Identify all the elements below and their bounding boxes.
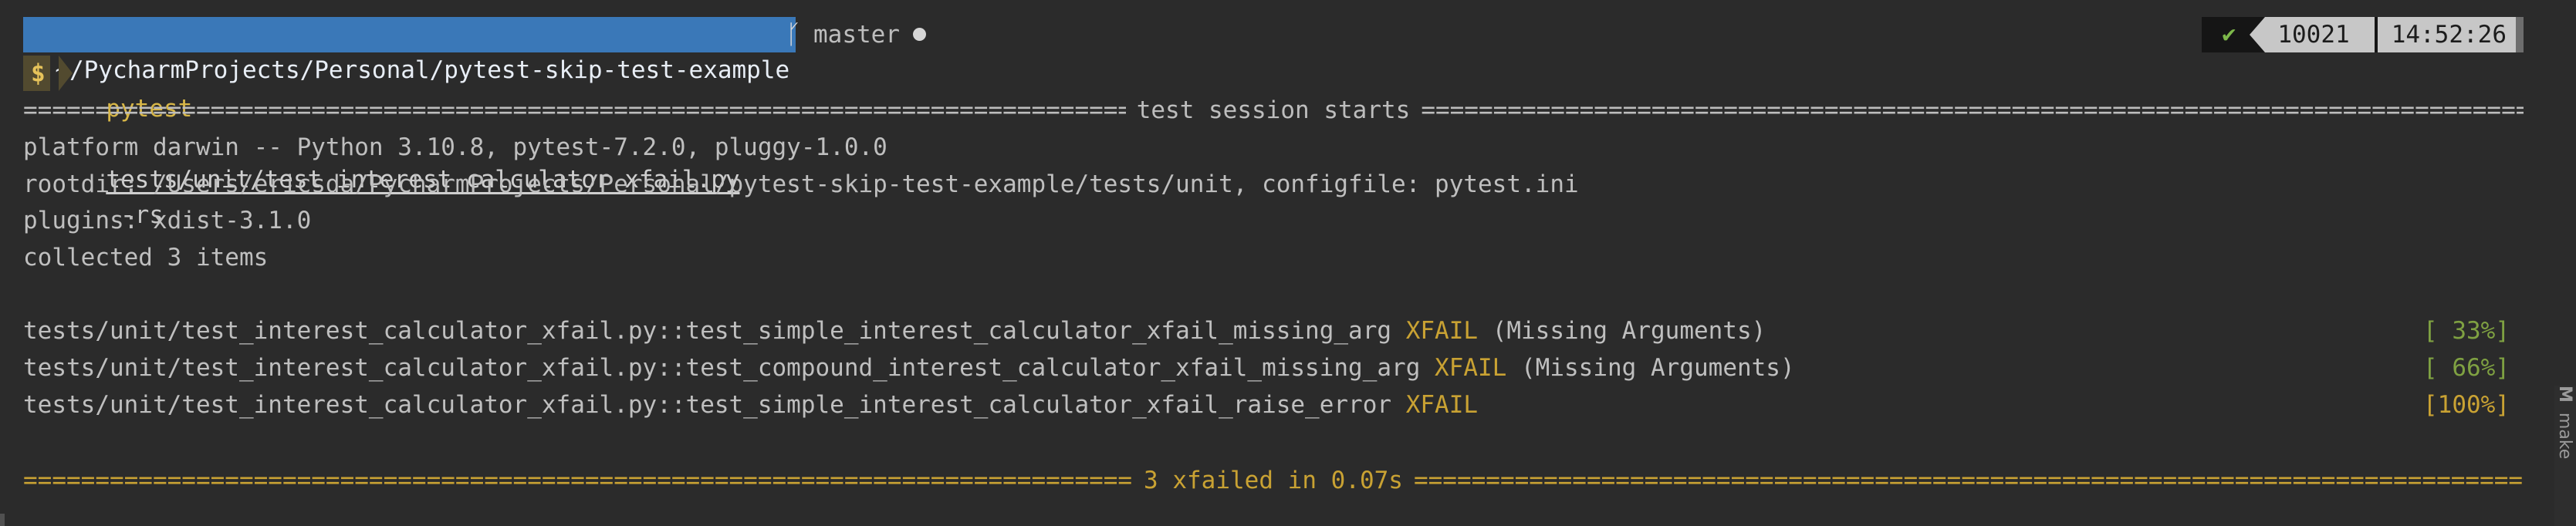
- result-reason: (Missing Arguments): [1506, 354, 1795, 382]
- rule-left: ========================================…: [23, 96, 1126, 124]
- left-corner-marker: [0, 514, 5, 526]
- rule-right: ========================================…: [1413, 467, 2524, 494]
- result-progress-3: [100%]: [2423, 391, 2510, 419]
- result-reason: (Missing Arguments): [1478, 317, 1766, 345]
- rootdir-line: rootdir: /Users/ericsda/PycharmProjects/…: [23, 170, 1579, 198]
- result-progress-1: [ 33%]: [2423, 317, 2510, 345]
- result-test-id: tests/unit/test_interest_calculator_xfai…: [23, 354, 1435, 382]
- dirty-dot-icon: [913, 28, 926, 41]
- summary-text: 3 xfailed in 0.07s: [1144, 467, 1403, 494]
- history-number: 10021: [2265, 17, 2378, 52]
- side-tool-label[interactable]: M make: [2554, 386, 2574, 459]
- prompt-path-arrow-icon: [756, 17, 773, 52]
- summary-separator: ========================================…: [23, 463, 2524, 498]
- rule-right: ========================================…: [1421, 96, 2524, 124]
- session-header-text: test session starts: [1136, 96, 1411, 124]
- result-status: XFAIL: [1405, 317, 1479, 345]
- result-status: XFAIL: [1405, 391, 1479, 419]
- prompt-dollar-segment: $: [23, 56, 50, 91]
- session-header-separator: ========================================…: [23, 93, 2524, 128]
- status-edge: [2516, 17, 2524, 52]
- result-status: XFAIL: [1435, 354, 1507, 382]
- side-tool-text: make: [2555, 412, 2574, 460]
- collected-line: collected 3 items: [23, 244, 269, 271]
- result-test-id: tests/unit/test_interest_calculator_xfai…: [23, 317, 1406, 345]
- result-test-id: tests/unit/test_interest_calculator_xfai…: [23, 391, 1406, 419]
- prompt-dollar: $: [31, 59, 46, 87]
- branch-name: master: [813, 21, 900, 49]
- prompt-dollar-arrow-icon: [59, 56, 73, 91]
- result-progress-2: [ 66%]: [2423, 354, 2510, 382]
- prompt-path-segment: ~/PycharmProjects/Personal/pytest-skip-t…: [23, 17, 796, 84]
- right-prompt-status: ✔ 10021 14:52:26: [2202, 17, 2524, 52]
- plugins-line: plugins: xdist-3.1.0: [23, 207, 312, 234]
- result-row-3: tests/unit/test_interest_calculator_xfai…: [23, 387, 1478, 423]
- command-line[interactable]: pytest tests/unit/test_interest_calculat…: [77, 56, 739, 229]
- result-row-1: tests/unit/test_interest_calculator_xfai…: [23, 313, 1766, 349]
- prompt-time: 14:52:26: [2377, 17, 2516, 52]
- platform-line: platform darwin -- Python 3.10.8, pytest…: [23, 133, 887, 161]
- result-row-2: tests/unit/test_interest_calculator_xfai…: [23, 350, 1795, 386]
- success-check-icon: ✔: [2202, 17, 2250, 52]
- status-separator-icon: [2250, 17, 2266, 52]
- git-branch-icon: ᚴ: [786, 19, 802, 50]
- rule-left: ========================================…: [23, 467, 1133, 494]
- make-icon: M: [2555, 386, 2574, 403]
